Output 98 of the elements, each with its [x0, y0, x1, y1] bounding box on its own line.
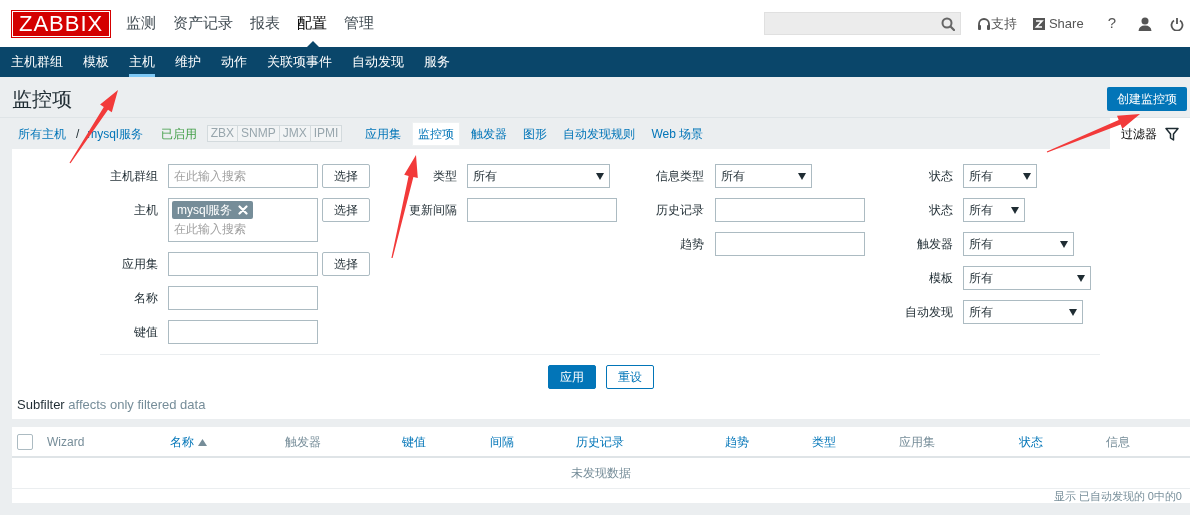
select-dropdown[interactable]: 所有 [963, 164, 1037, 188]
input-field[interactable] [168, 252, 318, 276]
nav-link-item[interactable]: 模板 [83, 47, 109, 77]
funnel-icon[interactable] [1165, 126, 1179, 141]
column-header[interactable]: 趋势 [725, 432, 749, 451]
field-label: 状态 [928, 202, 953, 219]
nav-link-item[interactable]: 维护 [175, 47, 201, 77]
menu-item[interactable]: 管理 [344, 14, 375, 32]
headset-icon[interactable] [976, 16, 991, 31]
page-title: 监控项 [12, 87, 72, 111]
logo[interactable]: ZABBIX [12, 10, 111, 37]
search-field[interactable] [763, 12, 961, 35]
field-label: 模板 [928, 270, 953, 287]
breadcrumb-separator: / [76, 125, 80, 143]
column-header[interactable]: 间隔 [490, 432, 514, 451]
field-label: 触发器 [916, 236, 953, 253]
column-header[interactable]: 状态 [1019, 432, 1043, 451]
column-header[interactable]: 键值 [402, 432, 426, 451]
availability-tag: IPMI [310, 126, 342, 141]
create-item-button[interactable]: 创建监控项 [1107, 87, 1187, 111]
select-button[interactable]: 选择 [322, 198, 370, 222]
column-header[interactable]: 类型 [812, 432, 836, 451]
share-logo-icon[interactable] [1032, 17, 1045, 30]
field-label: 自动发现 [904, 304, 953, 321]
field-label: 更新间隔 [408, 202, 457, 219]
select-dropdown[interactable]: 所有 [715, 164, 812, 188]
field-label: 主机 [133, 202, 158, 219]
caret-icon [596, 172, 604, 180]
subfilter-text: Subfilter affects only filtered data [16, 396, 206, 414]
column-header: Wizard [47, 433, 85, 451]
select-dropdown[interactable]: 所有 [963, 232, 1074, 256]
availability-tag: ZBX [207, 126, 239, 141]
menu-item[interactable]: 配置 [297, 14, 328, 32]
tab[interactable]: 触发器 [466, 122, 513, 145]
input-field[interactable] [168, 320, 318, 344]
field-label: 主机群组 [109, 168, 158, 185]
column-header: 应用集 [899, 433, 935, 451]
status-text: 已启用 [160, 125, 197, 143]
nav-link-item[interactable]: 服务 [424, 47, 450, 77]
caret-icon [1023, 172, 1031, 180]
availability-tag: JMX [279, 126, 311, 141]
select-button[interactable]: 选择 [322, 164, 370, 188]
field-label: 历史记录 [655, 202, 704, 219]
field-label: 键值 [133, 324, 158, 341]
caret-icon [1060, 240, 1068, 248]
availability-tag: SNMP [238, 126, 280, 141]
support-link[interactable]: 支持 [990, 13, 1017, 34]
caret-icon [1011, 206, 1019, 214]
field-label: 状态 [928, 168, 953, 185]
tab[interactable]: 监控项 [412, 121, 461, 146]
tab[interactable]: 自动发现规则 [558, 122, 641, 145]
select-dropdown[interactable]: 所有 [467, 164, 610, 188]
field-label: 类型 [432, 168, 457, 185]
input-field[interactable] [467, 198, 617, 222]
nav-link-item[interactable]: 关联项事件 [267, 47, 332, 77]
menu-item[interactable]: 资产记录 [173, 14, 234, 32]
select-dropdown[interactable]: 所有 [963, 300, 1083, 324]
column-header[interactable]: 历史记录 [576, 432, 624, 451]
field-label: 名称 [133, 290, 158, 307]
help-link[interactable]: ? [1107, 12, 1116, 35]
nav-link-item[interactable]: 自动发现 [352, 47, 404, 77]
nav-link-item[interactable]: 动作 [221, 47, 247, 77]
field-label: 信息类型 [655, 168, 704, 185]
power-icon[interactable] [1170, 16, 1184, 31]
input-field[interactable] [168, 286, 318, 310]
menu-item[interactable]: 监测 [126, 14, 157, 32]
tab[interactable]: 应用集 [360, 122, 407, 145]
sort-arrow-icon [198, 438, 207, 446]
column-header: 信息 [1106, 433, 1130, 451]
caret-icon [798, 172, 806, 180]
field-label: 应用集 [121, 256, 158, 273]
menu-item[interactable]: 报表 [250, 14, 281, 32]
checkbox[interactable] [17, 433, 33, 450]
filter-tab[interactable]: 过滤器 [1110, 117, 1190, 150]
select-dropdown[interactable]: 所有 [963, 198, 1025, 222]
input-field[interactable]: 在此输入搜索 [168, 164, 318, 188]
tab[interactable]: 图形 [518, 122, 553, 145]
input-field[interactable] [715, 198, 865, 222]
field-label: 趋势 [679, 236, 704, 253]
caret-icon [1077, 274, 1085, 282]
select-button[interactable]: 选择 [322, 252, 370, 276]
share-link[interactable]: Share [1048, 13, 1084, 34]
tab[interactable]: Web 场景 [646, 122, 709, 145]
apply-button[interactable]: 应用 [548, 365, 596, 389]
column-header: 触发器 [285, 433, 321, 451]
search-icon[interactable] [940, 17, 955, 31]
close-icon[interactable] [238, 205, 249, 215]
footer-text: 显示 已自动发现的 0中的0 [1053, 490, 1182, 502]
nav-link-item[interactable]: 主机群组 [11, 47, 63, 77]
reset-button[interactable]: 重设 [606, 365, 654, 389]
nav-link-item[interactable]: 主机 [129, 47, 155, 77]
empty-message: 未发现数据 [571, 466, 631, 480]
input-field[interactable] [715, 232, 865, 256]
select-dropdown[interactable]: 所有 [963, 266, 1091, 290]
caret-icon [1069, 308, 1077, 316]
breadcrumb-link[interactable]: 所有主机 [18, 124, 66, 143]
user-icon[interactable] [1138, 16, 1152, 31]
column-header[interactable]: 名称 [170, 432, 207, 451]
